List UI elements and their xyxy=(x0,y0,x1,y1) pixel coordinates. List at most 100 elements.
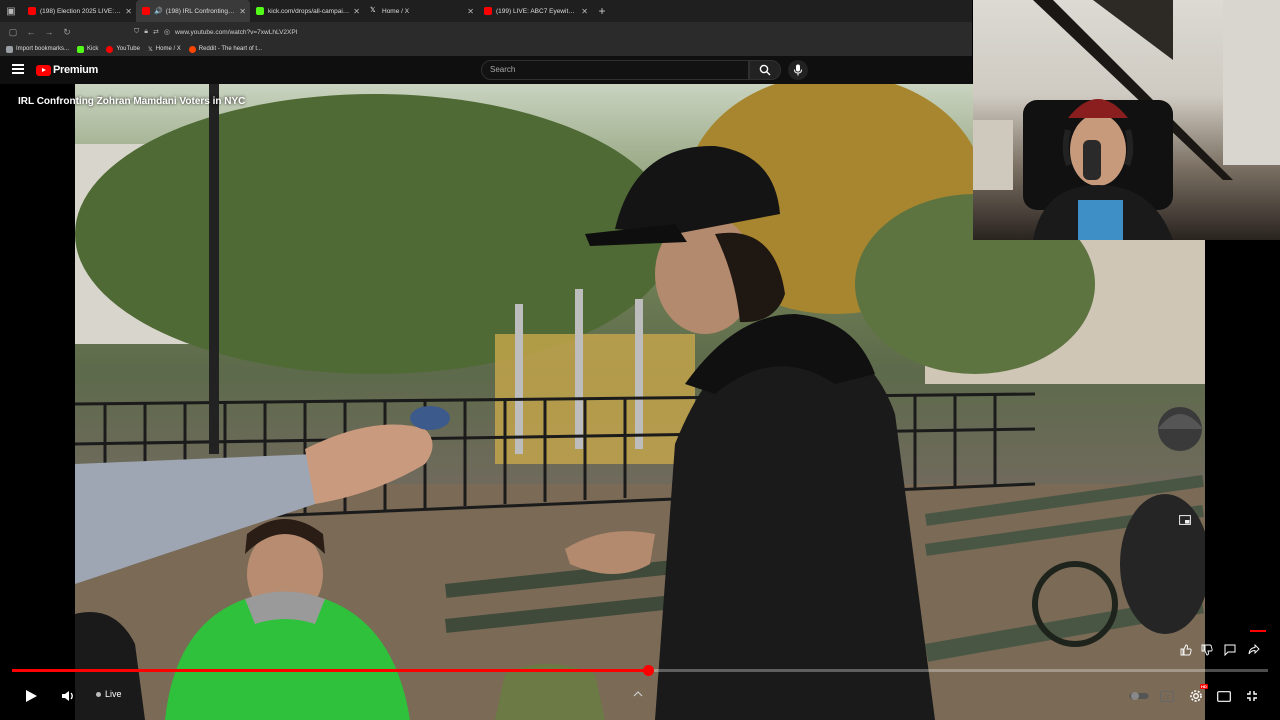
voice-search-button[interactable] xyxy=(788,60,808,80)
miniplayer-icon xyxy=(1179,515,1191,525)
lock-icon: 🔒︎ xyxy=(144,28,148,35)
subtitles-button[interactable]: CC xyxy=(1158,688,1176,704)
bookmark-x[interactable]: 𝕏 Home / X xyxy=(148,46,181,53)
x-favicon-icon: 𝕏 xyxy=(370,7,376,14)
new-tab-button[interactable]: + xyxy=(592,4,612,18)
live-indicator[interactable]: Live xyxy=(96,689,122,699)
streamer-webcam-overlay xyxy=(973,0,1280,240)
volume-button[interactable] xyxy=(58,688,78,704)
microphone-icon xyxy=(794,64,802,76)
youtube-favicon-icon xyxy=(484,7,492,15)
play-icon xyxy=(26,690,37,702)
comments-button[interactable] xyxy=(1222,642,1238,658)
playground-post xyxy=(575,289,583,449)
search-button[interactable] xyxy=(749,60,781,80)
play-button[interactable] xyxy=(22,688,40,704)
forward-icon[interactable]: → xyxy=(40,27,58,37)
youtube-icon xyxy=(106,45,114,53)
fullscreen-button[interactable] xyxy=(1243,688,1261,704)
bookmark-youtube[interactable]: YouTube xyxy=(106,45,140,53)
theater-mode-button[interactable] xyxy=(1215,688,1233,704)
tab-title: Home / X xyxy=(382,7,410,15)
dislike-button[interactable] xyxy=(1199,642,1215,658)
close-tab-icon[interactable]: ✕ xyxy=(581,7,588,16)
video-title: IRL Confronting Zohran Mamdani Voters in… xyxy=(18,96,246,107)
browser-tab-1[interactable]: 🔊 (198) IRL Confronting Zohr ✕ xyxy=(136,0,250,22)
tab-title: (198) Election 2025 LIVE: Result xyxy=(40,7,121,15)
browser-tab-3[interactable]: 𝕏 Home / X ✕ xyxy=(364,0,478,22)
playground-post xyxy=(635,299,643,449)
subtitles-icon: CC xyxy=(1160,690,1174,702)
exit-fullscreen-icon xyxy=(1247,691,1257,701)
youtube-favicon-icon xyxy=(142,7,150,15)
import-icon xyxy=(6,45,13,53)
autoplay-icon xyxy=(1129,692,1149,700)
bookmark-label: Reddit - The heart of t... xyxy=(198,46,263,52)
browser-tab-4[interactable]: (199) LIVE: ABC7 Eyewitness N ✕ xyxy=(478,0,592,22)
lamp-post xyxy=(209,84,219,454)
speaker-icon: 🔊 xyxy=(154,8,163,15)
tab-menu-icon[interactable]: ▣ xyxy=(0,0,22,22)
shirt-graphic xyxy=(1078,200,1123,240)
url-text: www.youtube.com/watch?v=7xwLhLV2XPI xyxy=(174,28,298,36)
menu-icon[interactable] xyxy=(12,64,24,74)
search-input[interactable]: Search xyxy=(481,60,749,80)
tab-title: kick.com/drops/all-campaigns xyxy=(268,7,350,15)
webcam-scene-illustration xyxy=(973,0,1280,240)
thumbs-up-icon xyxy=(1180,644,1192,656)
close-tab-icon[interactable]: ✕ xyxy=(239,7,246,16)
back-icon[interactable]: ← xyxy=(22,27,40,37)
gear-icon xyxy=(1190,690,1202,702)
url-field[interactable]: ⛉ 🔒︎ ⇄ ◎ www.youtube.com/watch?v=7xwLhLV… xyxy=(134,25,834,39)
wall-left xyxy=(973,120,1013,190)
svg-text:CC: CC xyxy=(1163,695,1171,701)
live-label: Live xyxy=(105,689,122,699)
shield-icon: ⛉ xyxy=(134,28,140,35)
comment-icon xyxy=(1224,644,1236,656)
bookmark-label: Home / X xyxy=(155,46,181,52)
pip-icon-button[interactable] xyxy=(1178,514,1192,526)
thumbs-down-icon xyxy=(1201,644,1213,656)
x-icon: 𝕏 xyxy=(147,46,153,53)
browser-tab-0[interactable]: (198) Election 2025 LIVE: Result ✕ xyxy=(22,0,136,22)
close-tab-icon[interactable]: ✕ xyxy=(353,7,360,16)
seated-man xyxy=(1120,407,1205,634)
youtube-premium-logo[interactable]: Premium xyxy=(36,64,98,76)
kick-favicon-icon xyxy=(256,7,264,15)
bookmark-label: Kick xyxy=(87,46,99,52)
bookmark-import[interactable]: Import bookmarks... xyxy=(6,45,70,53)
tab-title: (198) IRL Confronting Zohr xyxy=(165,7,236,15)
kick-icon xyxy=(77,45,85,53)
browser-tab-2[interactable]: kick.com/drops/all-campaigns ✕ xyxy=(250,0,364,22)
bookmark-kick[interactable]: Kick xyxy=(77,45,99,53)
close-tab-icon[interactable]: ✕ xyxy=(125,7,132,16)
browser-tab-bar: ▣ (198) Election 2025 LIVE: Result ✕ 🔊 (… xyxy=(0,0,972,22)
brand-label: Premium xyxy=(53,64,98,76)
chevron-up-button[interactable] xyxy=(630,688,646,700)
search-icon xyxy=(759,64,771,76)
hd-badge: HD xyxy=(1200,684,1208,689)
youtube-favicon-icon xyxy=(28,7,36,15)
bookmark-reddit[interactable]: Reddit - The heart of t... xyxy=(188,45,263,53)
autoplay-toggle[interactable] xyxy=(1128,690,1150,702)
tab-title: (199) LIVE: ABC7 Eyewitness N xyxy=(496,7,577,15)
bookmark-label: Import bookmarks... xyxy=(16,46,70,52)
site-settings-icon: ⇄ xyxy=(152,29,159,36)
tracking-icon: ◎ xyxy=(163,29,170,36)
like-button[interactable] xyxy=(1178,642,1194,658)
chevron-up-icon xyxy=(633,691,643,697)
live-dot-icon xyxy=(96,691,101,697)
volume-icon xyxy=(62,691,73,701)
settings-button[interactable] xyxy=(1187,688,1205,704)
youtube-logo-icon xyxy=(36,64,51,76)
progress-bar[interactable] xyxy=(12,665,1268,676)
share-button[interactable] xyxy=(1246,642,1262,658)
close-tab-icon[interactable]: ✕ xyxy=(467,7,474,16)
playground-post xyxy=(515,304,523,454)
reload-icon[interactable]: ↻ xyxy=(58,27,76,38)
youtube-header: Premium Search xyxy=(0,56,972,84)
sidebar-toggle-icon[interactable]: ▢ xyxy=(4,27,22,38)
progress-bar-fill xyxy=(12,669,649,672)
share-icon xyxy=(1248,644,1260,655)
screen: ▣ (198) Election 2025 LIVE: Result ✕ 🔊 (… xyxy=(0,0,1280,720)
